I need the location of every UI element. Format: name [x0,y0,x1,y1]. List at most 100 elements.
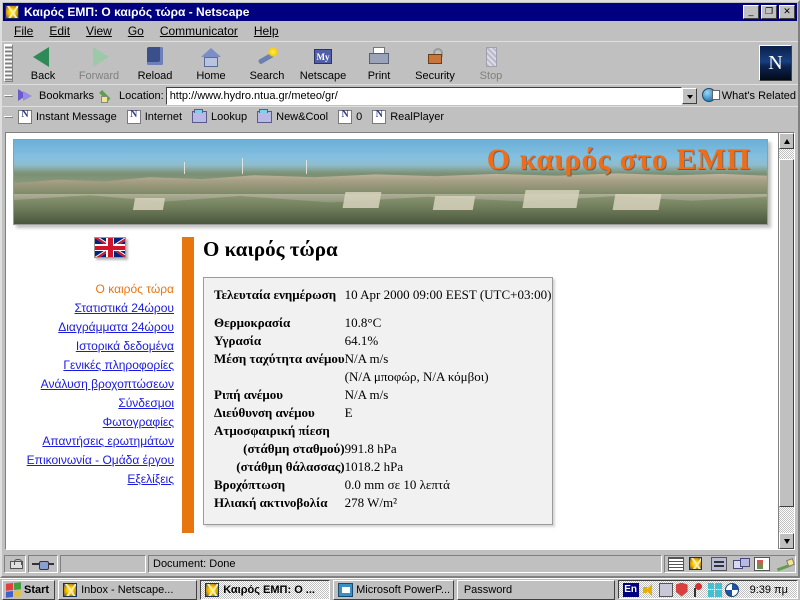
powerpoint-icon [338,582,354,597]
toolbar-grip[interactable] [4,44,13,82]
sidebar-item-general-info[interactable]: Γενικές πληροφορίες [6,356,174,375]
whats-related-label[interactable]: What's Related [722,90,796,102]
globe-icon[interactable] [724,582,739,597]
location-toolbar-grip[interactable] [4,94,13,97]
bookmark-internet[interactable]: Internet [124,109,189,124]
url-history-dropdown-button[interactable] [681,87,697,104]
sidebar-item-24h-charts[interactable]: Διαγράμματα 24ώρου [6,318,174,337]
browser-window: Καιρός ΕΜΠ: Ο καιρός τώρα - Netscape _ ❐… [0,0,800,578]
scroll-down-button[interactable] [779,533,794,549]
squares-icon[interactable] [707,582,722,597]
bookmark-new-and-cool[interactable]: New&Cool [254,109,335,123]
back-button[interactable]: Back [15,43,71,82]
row-value: 1018.2 hPa [344,459,404,474]
compose-icon[interactable] [732,557,750,571]
security-button[interactable]: Security [407,43,463,82]
home-button[interactable]: Home [183,43,239,82]
netscape-logo-letter: N [768,51,783,74]
scrollbar-thumb[interactable] [779,159,794,507]
page-proxy-icon[interactable] [100,88,116,104]
print-button[interactable]: Print [351,43,407,82]
menu-item-edit[interactable]: Edit [41,22,78,40]
taskbar-item-label: Microsoft PowerP... [356,583,451,596]
bookmark-label: Internet [144,111,183,123]
composer-icon[interactable] [776,557,792,571]
minimize-button[interactable]: _ [743,5,759,19]
stop-button[interactable]: Stop [463,43,519,82]
table-row: (στάθμη θάλασσας) 1018.2 hPa [214,458,551,476]
sidebar-nav: Ο καιρός τώρα Στατιστικά 24ώρου Διαγράμμ… [6,237,182,489]
taskbar-item-powerpoint[interactable]: Microsoft PowerP... [333,579,454,600]
connection-icon[interactable] [28,555,58,573]
menu-item-go[interactable]: Go [120,22,152,40]
bookmark-lookup[interactable]: Lookup [189,109,254,123]
netscape-star-icon[interactable] [689,557,705,571]
reload-button[interactable]: Reload [127,43,183,82]
home-button-label: Home [196,70,226,82]
navigation-toolbar: Back Forward Reload Home Search My Netsc… [2,41,798,84]
newsgroup-icon[interactable] [711,557,728,571]
scrollbar-track[interactable] [779,149,794,533]
row-label: Διεύθυνση ανέμου [214,405,315,420]
maximize-button[interactable]: ❐ [761,5,777,19]
menu-item-file[interactable]: File [6,22,41,40]
menu-item-communicator[interactable]: Communicator [152,22,246,40]
vertical-scrollbar[interactable] [778,133,794,549]
bookmark-instant-message[interactable]: Instant Message [15,109,124,124]
modem-icon[interactable] [658,582,673,597]
uk-flag-icon[interactable] [94,237,126,258]
menu-label: View [86,23,112,38]
sidebar-item-developments[interactable]: Εξελίξεις [6,470,174,489]
personal-toolbar-grip[interactable] [4,116,13,118]
start-button[interactable]: Start [2,579,56,600]
search-button[interactable]: Search [239,43,295,82]
sidebar-item-24h-statistics[interactable]: Στατιστικά 24ώρου [6,299,174,318]
bookmarks-label[interactable]: Bookmarks [39,90,94,102]
menu-bar: File Edit View Go Communicator Help [2,21,798,41]
netscape-logo-button[interactable]: N [759,45,792,81]
close-button[interactable]: ✕ [779,5,795,19]
message-list-icon[interactable] [667,557,684,571]
taskbar: Start Inbox - Netscape... Καιρός ΕΜΠ: Ο … [0,578,800,600]
sidebar-item-faq[interactable]: Απαντήσεις ερωτημάτων [6,432,174,451]
table-row: Μέση ταχύτητα ανέμου N/A m/s [214,350,551,368]
table-row: Θερμοκρασία 10.8°C [214,314,551,332]
forward-button[interactable]: Forward [71,43,127,82]
row-label: Μέση ταχύτητα ανέμου [214,351,345,366]
speaker-icon[interactable] [642,583,656,597]
security-lock-icon[interactable] [4,555,26,573]
taskbar-item-password[interactable]: Password [456,579,615,600]
language-indicator[interactable]: En [622,582,639,597]
row-value: 64.1% [344,333,379,348]
bookmark-realplayer[interactable]: RealPlayer [369,109,451,124]
scroll-up-button[interactable] [779,133,794,149]
close-icon: ✕ [783,6,791,16]
row-label: Θερμοκρασία [214,315,291,330]
taskbar-item-label: Inbox - Netscape... [81,583,174,596]
clock[interactable]: 9:39 πμ [742,584,793,596]
forward-arrow-icon [86,45,112,69]
netscape-page-icon [18,109,32,124]
sidebar-item-links[interactable]: Σύνδεσμοι [6,394,174,413]
sidebar-item-photos[interactable]: Φωτογραφίες [6,413,174,432]
taskbar-item-weather[interactable]: Καιρός ΕΜΠ: Ο ... [200,579,331,600]
antivirus-shield-icon[interactable] [675,582,688,597]
menu-item-view[interactable]: View [78,22,120,40]
netscape-page-icon [338,109,353,124]
taskbar-item-inbox[interactable]: Inbox - Netscape... [58,579,198,600]
bookmark-zero[interactable]: 0 [335,109,369,124]
sidebar-item-rainfall-analysis[interactable]: Ανάλυση βροχοπτώσεων [6,375,174,394]
addressbook-icon[interactable] [754,557,771,571]
sidebar-item-contact-team[interactable]: Επικοινωνία - Ομάδα έργου [6,451,174,470]
menu-item-help[interactable]: Help [246,22,287,40]
netscape-button[interactable]: My Netscape [295,43,351,82]
netscape-mail-icon [63,582,78,597]
bookmarks-icon[interactable] [17,88,37,104]
row-label: (στάθμη σταθμού) [243,441,345,456]
sidebar-item-historical-data[interactable]: Ιστορικά δεδομένα [6,337,174,356]
url-input[interactable]: http://www.hydro.ntua.gr/meteo/gr/ [165,86,682,105]
home-icon [198,45,224,69]
whats-related-icon[interactable] [701,87,720,104]
pin-icon[interactable] [691,582,705,597]
stop-button-label: Stop [479,70,503,82]
